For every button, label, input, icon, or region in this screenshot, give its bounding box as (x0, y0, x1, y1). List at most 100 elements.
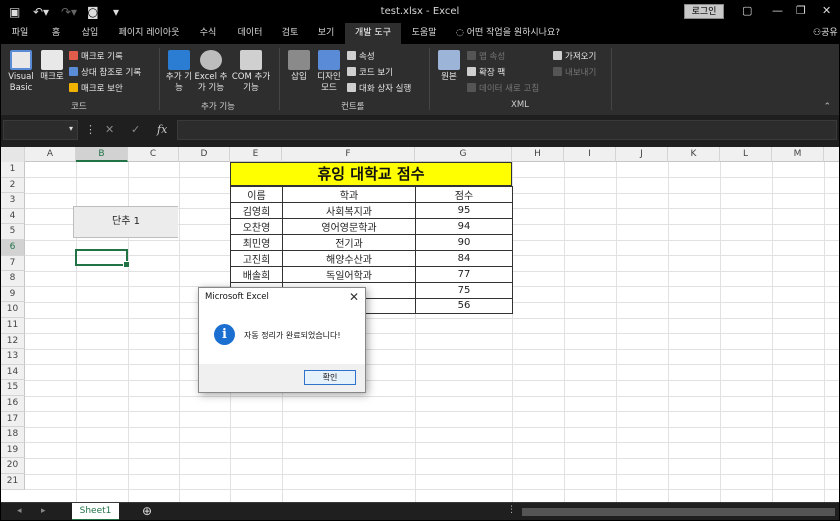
table-cell[interactable]: 해양수산과 (282, 250, 416, 267)
sheet-title-cell[interactable]: 휴잉 대학교 점수 (230, 162, 512, 186)
expansion-packs-button[interactable]: 확장 팩 (467, 66, 505, 78)
row-header[interactable]: 6 (1, 240, 25, 256)
login-button[interactable]: 로그인 (684, 4, 724, 19)
record-macro-button[interactable]: 매크로 기록 (69, 50, 123, 62)
share-button[interactable]: ⚇공유 (813, 23, 838, 44)
row-header[interactable]: 3 (1, 193, 25, 209)
restore-icon[interactable]: ❐ (796, 4, 806, 17)
map-properties-button[interactable]: 맵 속성 (467, 50, 505, 62)
name-box[interactable]: ▾ (3, 120, 78, 140)
collapse-ribbon-icon[interactable]: ⌃ (823, 102, 831, 112)
row-header[interactable]: 12 (1, 333, 25, 350)
column-header[interactable]: G (415, 147, 512, 162)
tab-page-layout[interactable]: 페이지 레이아웃 (111, 23, 187, 44)
sheet-tab[interactable]: Sheet1 (72, 503, 119, 520)
row-header[interactable]: 20 (1, 458, 25, 474)
ok-button[interactable]: 확인 (304, 370, 356, 385)
column-header[interactable]: L (720, 147, 772, 162)
column-header[interactable]: D (179, 147, 230, 162)
row-header[interactable]: 4 (1, 208, 25, 225)
properties-button[interactable]: 속성 (347, 50, 375, 62)
row-header[interactable]: 16 (1, 396, 25, 412)
row-header[interactable]: 1 (1, 162, 25, 178)
run-dialog-button[interactable]: 대화 상자 실행 (347, 82, 411, 94)
tab-insert[interactable]: 삽입 (75, 23, 105, 44)
scroll-left-icon[interactable]: ◂ (17, 506, 22, 516)
row-header[interactable]: 2 (1, 177, 25, 194)
tab-view[interactable]: 보기 (311, 23, 341, 44)
table-cell[interactable]: 95 (415, 202, 513, 219)
refresh-data-button[interactable]: 데이터 새로 고침 (467, 82, 539, 94)
ribbon-display-icon[interactable]: ▢ (742, 4, 752, 17)
column-header[interactable]: K (668, 147, 720, 162)
macro-button-shape[interactable]: 단추 1 (73, 206, 178, 238)
row-header[interactable]: 21 (1, 474, 25, 490)
export-button[interactable]: 내보내기 (553, 66, 596, 78)
table-cell[interactable]: 94 (415, 218, 513, 235)
select-all-corner[interactable] (1, 147, 25, 162)
formula-input[interactable] (177, 120, 837, 140)
column-header[interactable]: I (564, 147, 616, 162)
tell-me-search[interactable]: ◌ 어떤 작업을 원하시나요? (456, 23, 560, 44)
column-header[interactable]: F (282, 147, 415, 162)
tab-file[interactable]: 파일 (5, 23, 35, 44)
relative-reference-button[interactable]: 상대 참조로 기록 (69, 66, 141, 78)
design-mode-button[interactable]: 디자인 모드 (314, 50, 344, 94)
view-code-button[interactable]: 코드 보기 (347, 66, 393, 78)
chevron-down-icon[interactable]: ▾ (69, 124, 73, 133)
insert-control-button[interactable]: 삽입 (285, 50, 313, 83)
tab-help[interactable]: 도움말 (405, 23, 443, 44)
tab-review[interactable]: 검토 (275, 23, 305, 44)
row-header[interactable]: 17 (1, 411, 25, 428)
macros-button[interactable]: 매크로 (37, 50, 67, 83)
row-header[interactable]: 9 (1, 286, 25, 303)
table-cell[interactable]: 전기과 (282, 234, 416, 251)
row-header[interactable]: 7 (1, 255, 25, 272)
row-header[interactable]: 14 (1, 364, 25, 381)
addins-button[interactable]: 추가 기능 (165, 50, 193, 94)
table-cell[interactable]: 배솔희 (230, 266, 283, 283)
tab-data[interactable]: 데이터 (231, 23, 269, 44)
excel-addins-button[interactable]: Excel 추가 기능 (193, 50, 229, 94)
table-cell[interactable]: 56 (415, 297, 513, 315)
table-header[interactable]: 점수 (415, 186, 513, 203)
row-header[interactable]: 8 (1, 271, 25, 287)
table-cell[interactable]: 김영희 (230, 202, 283, 219)
horizontal-scrollbar[interactable] (522, 508, 835, 516)
table-cell[interactable]: 75 (415, 282, 513, 299)
active-cell-selection[interactable] (75, 249, 130, 268)
cancel-icon[interactable]: ✕ (105, 123, 114, 136)
tab-developer[interactable]: 개발 도구 (345, 23, 401, 44)
table-header[interactable]: 학과 (282, 186, 416, 203)
table-header[interactable]: 이름 (230, 186, 283, 203)
column-header[interactable]: H (512, 147, 564, 162)
macro-security-button[interactable]: 매크로 보안 (69, 82, 123, 94)
column-header[interactable]: E (230, 147, 282, 162)
enter-icon[interactable]: ✓ (131, 123, 140, 136)
column-header[interactable]: J (616, 147, 668, 162)
tab-formulas[interactable]: 수식 (193, 23, 223, 44)
close-icon[interactable]: ✕ (822, 4, 831, 17)
table-cell[interactable]: 최민영 (230, 234, 283, 251)
table-cell[interactable]: 사회복지과 (282, 202, 416, 219)
xml-source-button[interactable]: 원본 (435, 50, 463, 83)
minimize-icon[interactable]: — (772, 4, 783, 17)
row-header[interactable]: 10 (1, 302, 25, 318)
table-cell[interactable]: 84 (415, 250, 513, 267)
scroll-right-icon[interactable]: ▸ (41, 506, 46, 516)
column-header[interactable]: C (128, 147, 179, 162)
row-header[interactable]: 5 (1, 224, 25, 240)
row-header[interactable]: 11 (1, 318, 25, 334)
com-addins-button[interactable]: COM 추가 기능 (231, 50, 271, 94)
visual-basic-button[interactable]: Visual Basic (5, 50, 37, 94)
table-cell[interactable]: 독일어학과 (282, 266, 416, 283)
row-header[interactable]: 19 (1, 442, 25, 459)
row-header[interactable]: 13 (1, 349, 25, 365)
import-button[interactable]: 가져오기 (553, 50, 596, 62)
column-header[interactable]: M (772, 147, 824, 162)
row-header[interactable]: 18 (1, 427, 25, 443)
table-cell[interactable]: 77 (415, 266, 513, 283)
row-header[interactable]: 15 (1, 380, 25, 396)
table-cell[interactable]: 오찬영 (230, 218, 283, 235)
table-cell[interactable]: 90 (415, 234, 513, 251)
